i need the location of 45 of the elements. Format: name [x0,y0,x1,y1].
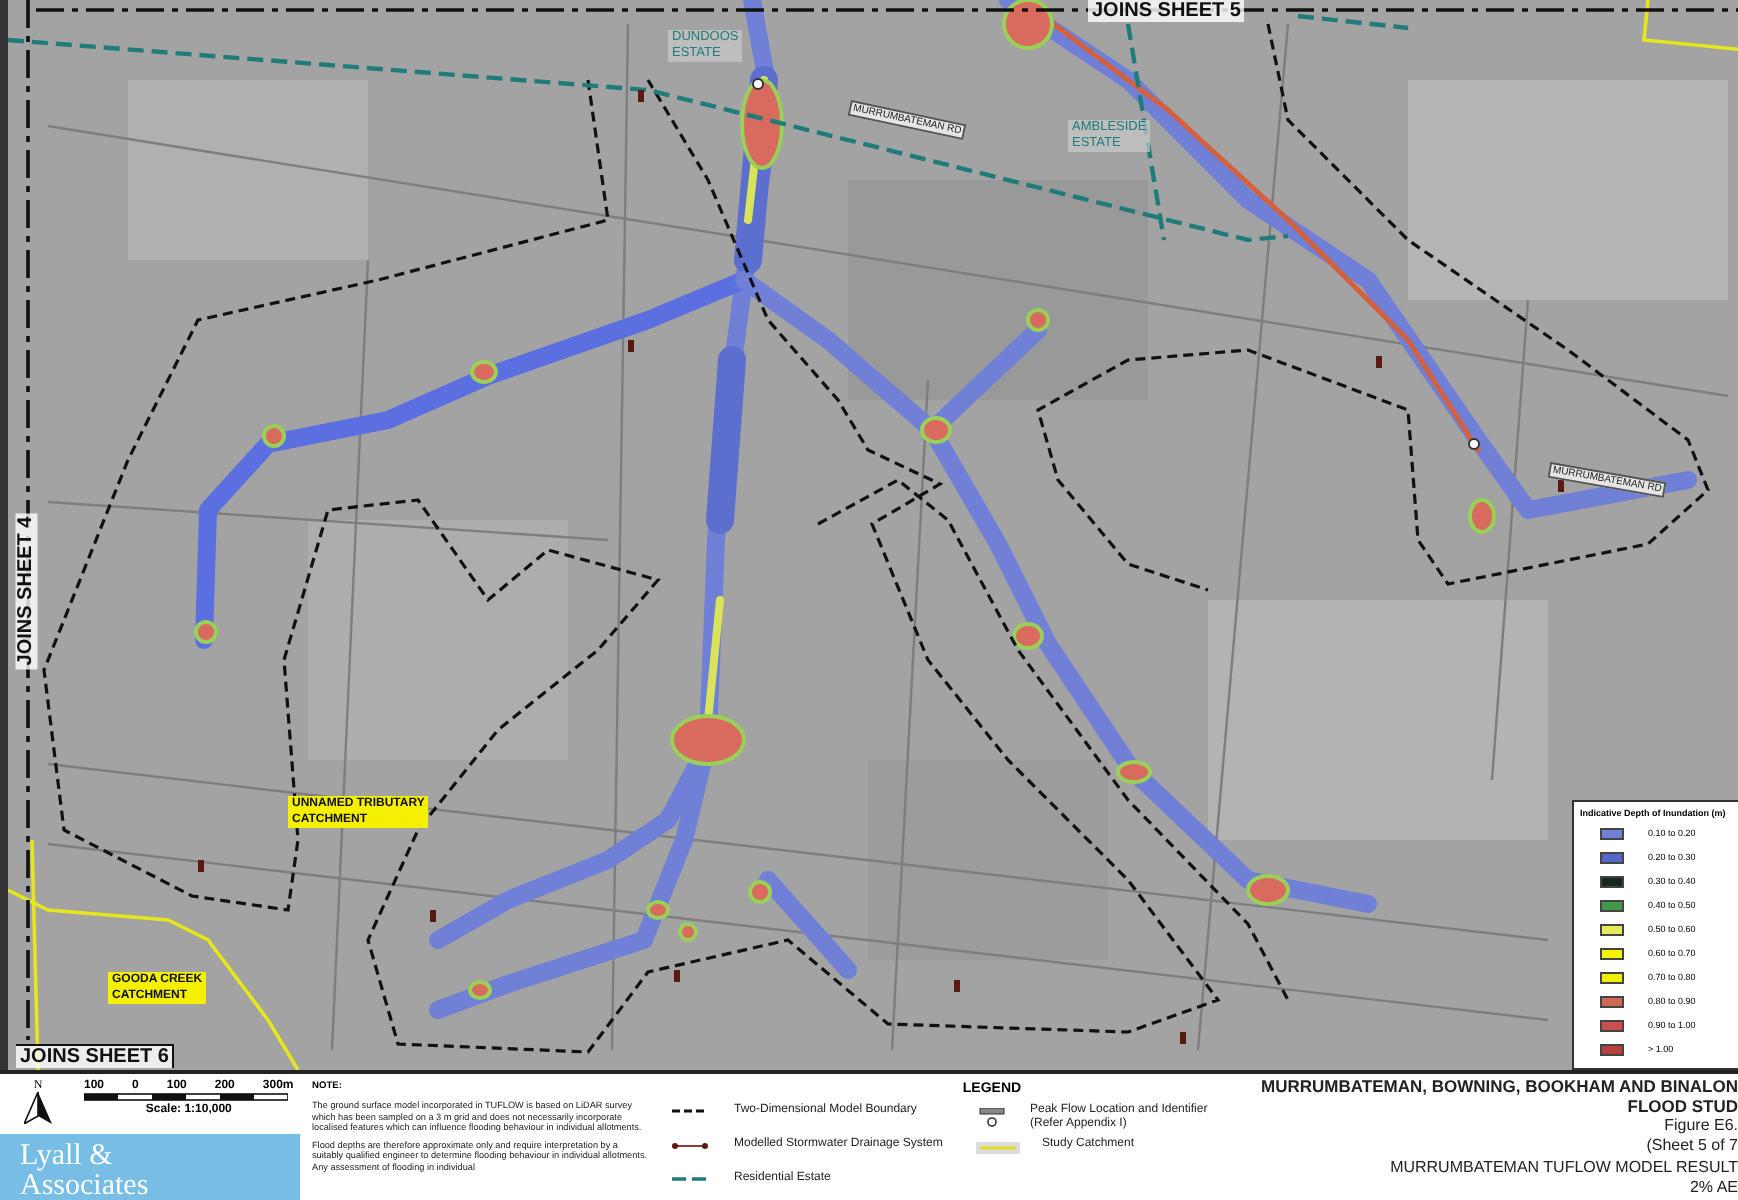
deep-flood-pool [1012,622,1044,650]
culvert-marker [628,340,634,352]
peak-flow-marker [752,78,764,90]
sheet-join-label: JOINS SHEET 5 [1088,0,1245,22]
culvert-marker [674,970,680,982]
title-block-text: Figure E6. [1664,1116,1738,1135]
deep-flood-pool [1116,760,1152,784]
culvert-marker [1376,356,1382,368]
deep-flood-pool [1468,498,1496,534]
deep-flood-pool [1026,308,1050,332]
catchment-line-icon [976,1141,1020,1153]
deep-flood-pool [678,922,698,942]
culvert-marker [638,90,644,102]
peak-flow-marker-icon [977,1107,1006,1127]
culvert-marker [954,980,960,992]
culvert-marker [1180,1032,1186,1044]
estate-boundary-line [1297,13,1409,31]
culvert-marker [430,910,436,922]
deep-flood-pool [1246,874,1290,906]
dashed-line-icon [672,1107,708,1113]
title-block-text: (Sheet 5 of 7 [1646,1135,1738,1154]
deep-flood-pool [670,714,746,766]
deep-flood-pool [748,880,772,904]
culvert-marker [198,860,204,872]
drainage-line-icon [672,1141,708,1149]
deep-flood-pool [262,424,286,448]
deep-flood-pool [470,360,498,384]
deep-flood-pool [194,620,218,644]
title-block-text: 2% AE [1689,1177,1738,1196]
dashed-line-icon [672,1175,708,1181]
sheet-join-label: JOINS SHEET 6 [16,1044,175,1068]
title-block-text: MURRUMBATEMAN, BOWNING, BOOKHAM AND BINALON [1261,1078,1738,1097]
peak-flow-marker [1468,438,1480,450]
culvert-marker [1558,480,1564,492]
north-arrow-icon [24,1092,52,1124]
deep-flood-pool [1002,0,1054,50]
sheet-join-label: JOINS SHEET 4 [15,512,38,670]
study-catchment-line [1642,0,1738,52]
deep-flood-pool [646,900,670,920]
deep-flood-pool [468,980,492,1000]
company-logo: Lyall & Associates [0,1134,300,1200]
title-block-text: FLOOD STUD [1627,1097,1738,1116]
deep-flood-pool [920,416,952,444]
scale-bar-icon [84,1092,288,1102]
title-block-text: MURRUMBATEMAN TUFLOW MODEL RESULT [1390,1158,1738,1177]
